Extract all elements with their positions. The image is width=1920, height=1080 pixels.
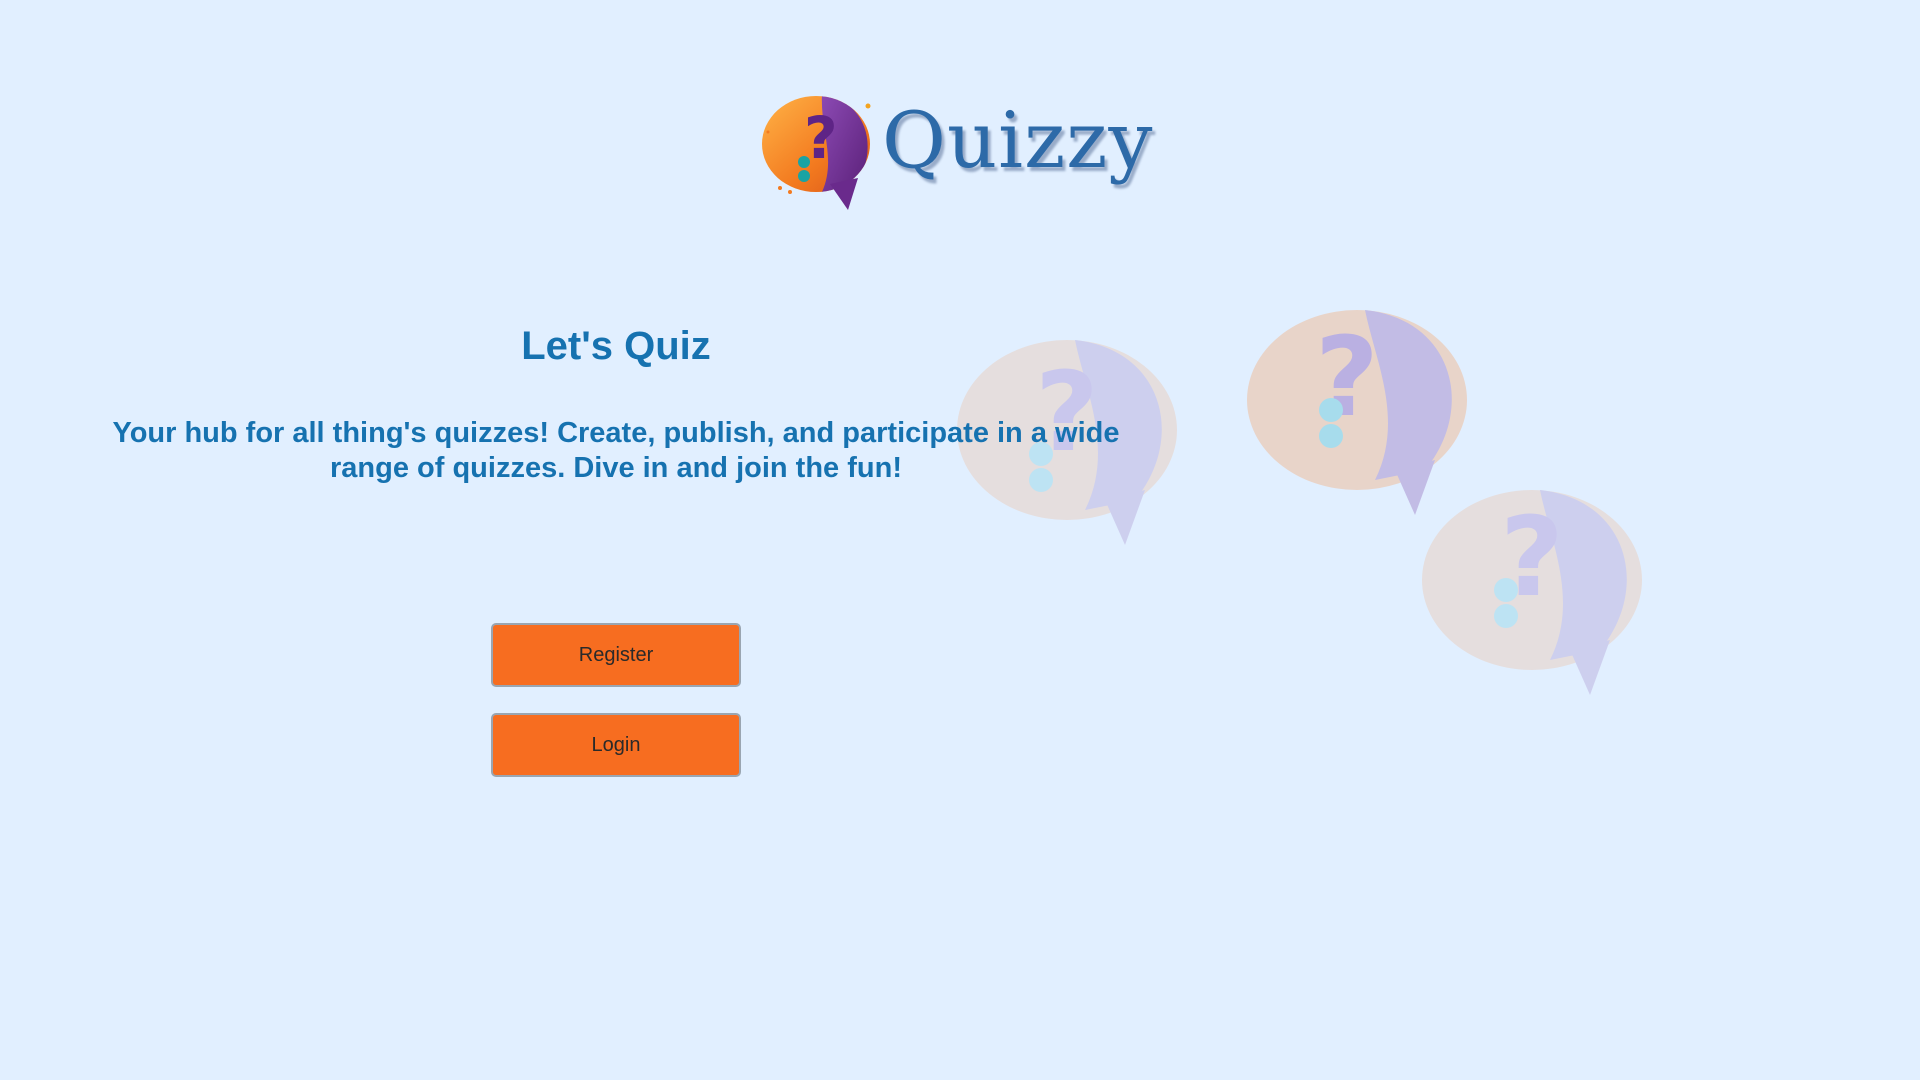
landing-page: ? Quizzy ? ? ? Let's Quiz Your hub for a…: [0, 0, 1920, 1080]
register-button[interactable]: Register: [491, 623, 741, 687]
login-button[interactable]: Login: [491, 713, 741, 777]
hero-title: Let's Quiz: [521, 324, 711, 368]
svg-text:?: ?: [1500, 493, 1564, 621]
brand-wordmark: Quizzy: [882, 96, 1154, 186]
brand-logo[interactable]: ? Quizzy: [760, 92, 1154, 212]
hero-subtitle: Your hub for all thing's quizzes! Create…: [112, 417, 1120, 484]
question-speech-bubble-icon: ?: [1422, 490, 1642, 695]
question-speech-bubble-icon: ?: [762, 96, 871, 210]
svg-text:?: ?: [1315, 313, 1379, 441]
